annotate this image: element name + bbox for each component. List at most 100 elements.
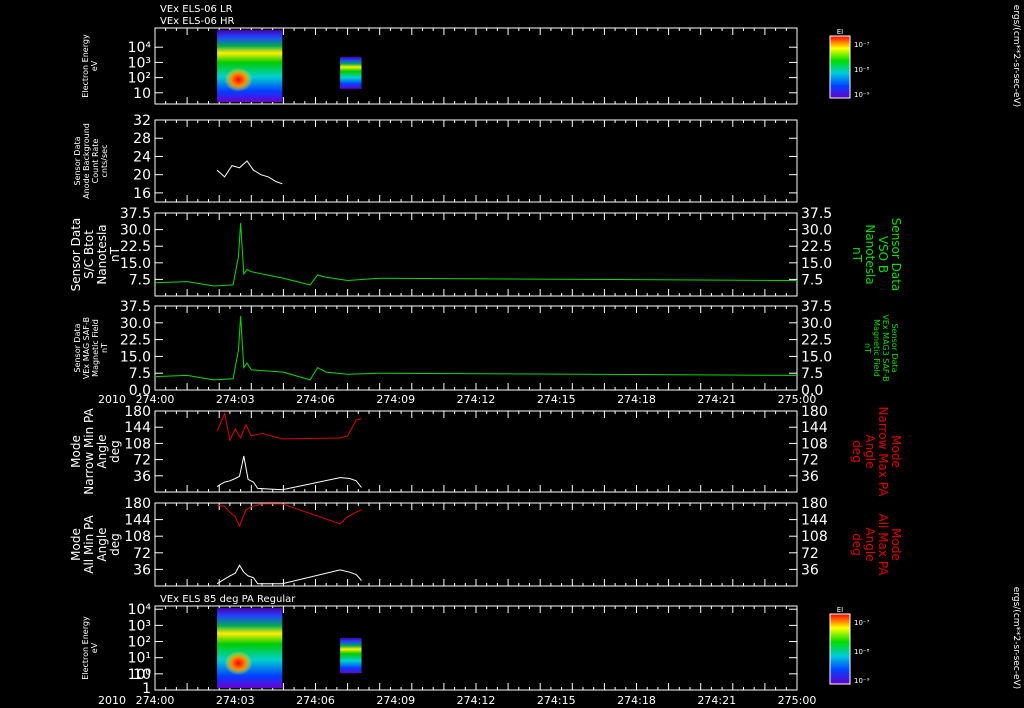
y-tick-label: 10³ bbox=[128, 55, 151, 71]
y-tick-label: 28 bbox=[133, 131, 151, 147]
x-tick-label: 274:09 bbox=[376, 393, 415, 406]
y-tick-label: 22.5 bbox=[120, 239, 151, 255]
y-axis-label: Mode bbox=[69, 435, 83, 468]
colorbar-tick: 10⁻⁹ bbox=[854, 91, 870, 99]
y-axis-label: Angle bbox=[95, 434, 109, 468]
y-axis-label-right: Angle bbox=[863, 434, 877, 468]
year-label: 2010 bbox=[98, 694, 126, 707]
x-tick-label: 274:12 bbox=[457, 393, 496, 406]
multi-panel-plot: VEx ELS-06 LR VEx ELS-06 HR 1010²10³10⁴E… bbox=[69, 4, 1021, 707]
colorbar bbox=[829, 35, 851, 99]
y-tick-label-right: 72 bbox=[801, 546, 819, 562]
panel-els-85deg: 10⁰10¹10²10³10⁴Electron Energy eVEI10⁻⁷10… bbox=[81, 587, 1021, 697]
colorbar-unit: ergs/(cm**2-sr-sec-eV) bbox=[1011, 5, 1021, 107]
y-tick-label: 7.5 bbox=[129, 272, 151, 288]
x-tick-label: 274:15 bbox=[537, 393, 576, 406]
spectrogram-block bbox=[340, 56, 362, 89]
colorbar-label: EI bbox=[837, 606, 844, 614]
series-line bbox=[216, 455, 362, 491]
series-line bbox=[154, 222, 798, 287]
y-axis-label: VEx MAG SAF-B bbox=[82, 317, 91, 379]
panel-frame bbox=[154, 119, 798, 203]
y-axis-label: Sensor Data bbox=[69, 218, 83, 292]
panels-container: 1010²10³10⁴Electron Energy eVEI10⁻⁷10⁻⁸10… bbox=[69, 5, 1021, 707]
y-tick-label: 180 bbox=[124, 496, 151, 512]
x-tick-label: 274:09 bbox=[376, 694, 415, 707]
y-tick-label: 108 bbox=[124, 436, 151, 452]
series-line bbox=[216, 411, 362, 442]
colorbar-tick: 10⁻⁸ bbox=[854, 66, 870, 74]
y-axis-label-right: deg bbox=[850, 440, 864, 463]
colorbar-tick: 10⁻⁷ bbox=[854, 41, 870, 49]
y-axis-label: Sensor Data bbox=[73, 323, 82, 372]
year-label: 2010 bbox=[98, 393, 126, 406]
x-tick-label: 274:15 bbox=[537, 694, 576, 707]
y-tick-label: 37.5 bbox=[120, 299, 151, 315]
y-tick-label: 108 bbox=[124, 529, 151, 545]
x-tick-label: 274:18 bbox=[617, 694, 656, 707]
x-tick-label: 274:00 bbox=[136, 694, 175, 707]
colorbar bbox=[829, 613, 851, 685]
series-line bbox=[216, 564, 362, 585]
colorbar-tick: 10⁻⁸ bbox=[854, 648, 870, 656]
y-axis-label: Magnetic Field bbox=[91, 319, 100, 377]
y-tick-label-extra: 10 bbox=[133, 667, 151, 683]
y-tick-label-right: 7.5 bbox=[801, 272, 823, 288]
y-axis-label-right: Sensor Data bbox=[889, 218, 903, 292]
panel-narrow-pa: 36 3672 72108 108144 144180 180Mode Narrow Min… bbox=[69, 404, 903, 497]
y-tick-label: 10² bbox=[128, 635, 151, 651]
spectrogram-peak bbox=[224, 67, 253, 92]
y-tick-label-right: 37.5 bbox=[801, 299, 832, 315]
y-axis-label: cnts/sec bbox=[100, 145, 109, 178]
y-axis-label-right: Narrow Max PA bbox=[876, 407, 890, 498]
y-tick-label-right: 30.0 bbox=[801, 223, 832, 239]
x-tick-label: 274:18 bbox=[617, 393, 656, 406]
y-tick-label: 36 bbox=[133, 469, 151, 485]
series-line bbox=[216, 160, 283, 185]
spectrogram-block bbox=[340, 637, 362, 674]
y-axis-label: Sensor Data bbox=[73, 136, 82, 185]
y-tick-label-right: 36 bbox=[801, 469, 819, 485]
y-axis-label: S/C Btot bbox=[82, 230, 96, 279]
y-tick-label: 10¹ bbox=[128, 651, 151, 667]
y-axis-label: eV bbox=[90, 642, 99, 653]
y-tick-label: 16 bbox=[133, 186, 151, 202]
panel-anode-background: 16 20 24 28 32 Sensor Data Anode Background Cou… bbox=[73, 113, 798, 203]
y-axis-label: Mode bbox=[69, 528, 83, 561]
y-axis-label: deg bbox=[108, 440, 122, 463]
panel-mag-saf-b: 0.0 0.07.5 7.515.0 15.022.5 22.530.0 30.037.5… bbox=[73, 299, 899, 399]
y-axis-label-right: Nanotesla bbox=[863, 224, 877, 284]
x-tick-label: 274:21 bbox=[697, 694, 736, 707]
y-axis-label-right: deg bbox=[850, 533, 864, 556]
y-tick-label: 10 bbox=[133, 86, 151, 102]
y-axis-label-right: VSO B bbox=[876, 236, 890, 273]
y-tick-label-right: 144 bbox=[801, 513, 828, 529]
colorbar-tick: 10⁻⁹ bbox=[854, 677, 870, 685]
y-tick-label: 32 bbox=[133, 113, 151, 129]
y-tick-label: 15.0 bbox=[120, 349, 151, 365]
header-line2: VEx ELS-06 HR bbox=[160, 16, 235, 27]
x-tick-label: 274:03 bbox=[216, 694, 255, 707]
y-tick-label: 22.5 bbox=[120, 333, 151, 349]
y-tick-label: 144 bbox=[124, 513, 151, 529]
y-tick-label-right: 30.0 bbox=[801, 316, 832, 332]
y-tick-label-right: 72 bbox=[801, 453, 819, 469]
y-axis-label: Count Rate bbox=[91, 139, 100, 184]
y-tick-label: 24 bbox=[133, 149, 151, 165]
y-tick-label: 30.0 bbox=[120, 223, 151, 239]
y-tick-label: 144 bbox=[124, 420, 151, 436]
y-axis-label: Angle bbox=[95, 527, 109, 561]
y-tick-label: 10³ bbox=[128, 618, 151, 634]
y-tick-label: 180 bbox=[124, 404, 151, 420]
x-tick-label: 275:00 bbox=[778, 694, 817, 707]
y-tick-label: 20 bbox=[133, 168, 151, 184]
y-tick-label-right: 22.5 bbox=[801, 239, 832, 255]
x-tick-label: 274:21 bbox=[697, 393, 736, 406]
y-tick-label: 15.0 bbox=[120, 256, 151, 272]
y-axis-label: nT bbox=[100, 343, 109, 353]
y-tick-label: 72 bbox=[133, 546, 151, 562]
spectrogram-block bbox=[217, 608, 283, 688]
y-axis-label-right: Sensor Data bbox=[890, 323, 899, 372]
colorbar-unit: ergs/(cm**2-sr-sec-eV) bbox=[1011, 587, 1021, 689]
y-tick-label-right: 180 bbox=[801, 404, 828, 420]
